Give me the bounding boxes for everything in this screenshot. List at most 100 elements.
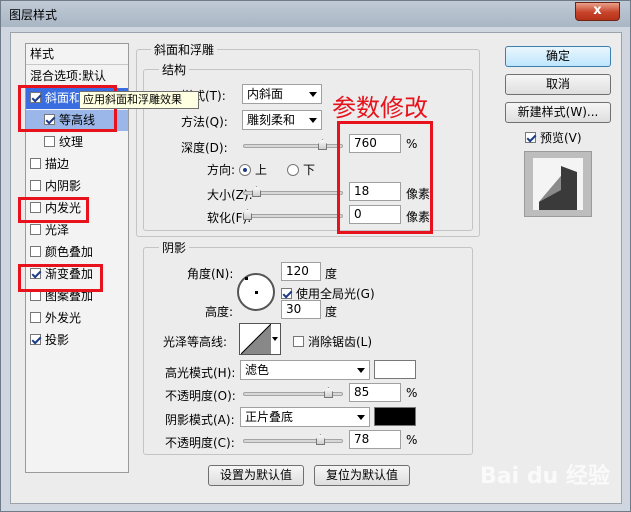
- drop-shadow-checkbox[interactable]: [30, 334, 41, 345]
- chevron-down-icon: [357, 415, 365, 420]
- direction-down-radio[interactable]: [287, 164, 299, 176]
- ok-button[interactable]: 确定: [505, 46, 611, 67]
- style-item-outer-glow[interactable]: 外发光: [26, 308, 128, 329]
- color-overlay-checkbox[interactable]: [30, 246, 41, 257]
- shadow-mode-label: 阴影模式(A):: [165, 413, 235, 427]
- global-light-label: 使用全局光(G): [296, 287, 375, 301]
- bevel-style-select[interactable]: 内斜面: [242, 84, 322, 104]
- direction-up-label: 上: [255, 163, 268, 177]
- altitude-label: 高度:: [205, 305, 234, 319]
- highlight-opacity-label: 不透明度(O):: [165, 389, 236, 403]
- highlight-mode-select[interactable]: 滤色: [240, 360, 370, 380]
- annotation-box-params: [337, 121, 433, 234]
- style-item-label: 纹理: [59, 135, 84, 149]
- angle-center-dot: [255, 291, 258, 294]
- annotation-text: 参数修改: [332, 94, 428, 122]
- shadow-opacity-label: 不透明度(C):: [165, 436, 235, 450]
- angle-crosshair: [245, 277, 248, 280]
- title-bar[interactable]: 图层样式 x: [1, 1, 630, 27]
- new-style-button[interactable]: 新建样式(W)...: [505, 102, 611, 123]
- style-list-header[interactable]: 样式: [26, 44, 128, 65]
- chevron-down-icon: [272, 337, 278, 341]
- global-light-checkbox[interactable]: [281, 288, 292, 299]
- gloss-contour-label: 光泽等高线:: [163, 335, 228, 349]
- highlight-opacity-input[interactable]: 85: [349, 383, 401, 402]
- direction-up-radio[interactable]: [239, 164, 251, 176]
- watermark-logo: Bai du 经验: [480, 464, 610, 489]
- shading-title: 阴影: [159, 239, 190, 256]
- direction-down-label: 下: [303, 163, 316, 177]
- bevel-style-value: 内斜面: [247, 87, 284, 101]
- structure-title: 结构: [159, 61, 190, 78]
- shadow-color-swatch[interactable]: [374, 407, 416, 426]
- dialog-title: 图层样式: [9, 8, 58, 22]
- inner-shadow-checkbox[interactable]: [30, 180, 41, 191]
- annotation-box-gradient: [18, 264, 103, 292]
- angle-input[interactable]: 120: [281, 262, 321, 281]
- stroke-checkbox[interactable]: [30, 158, 41, 169]
- style-item-label: 颜色叠加: [45, 245, 94, 259]
- highlight-mode-label: 高光模式(H):: [165, 366, 236, 380]
- set-default-button[interactable]: 设置为默认值: [208, 465, 304, 486]
- technique-value: 雕刻柔和: [247, 113, 296, 127]
- reset-default-button[interactable]: 复位为默认值: [314, 465, 410, 486]
- altitude-input[interactable]: 30: [281, 300, 321, 319]
- preview-checkbox[interactable]: [525, 132, 536, 143]
- chevron-down-icon: [309, 92, 317, 97]
- chevron-down-icon: [357, 368, 365, 373]
- style-item-label: 光泽: [45, 223, 70, 237]
- shadow-mode-value: 正片叠底: [245, 410, 294, 424]
- close-button[interactable]: x: [575, 2, 620, 21]
- chevron-down-icon: [309, 118, 317, 123]
- shadow-opacity-input[interactable]: 78: [349, 430, 401, 449]
- antialias-checkbox[interactable]: [293, 336, 304, 347]
- texture-checkbox[interactable]: [44, 136, 55, 147]
- style-item-label: 描边: [45, 157, 70, 171]
- outer-glow-checkbox[interactable]: [30, 312, 41, 323]
- highlight-color-swatch[interactable]: [374, 360, 416, 379]
- style-item-label: 外发光: [45, 311, 82, 325]
- tooltip: 应用斜面和浮雕效果: [79, 91, 199, 109]
- style-item-color-overlay[interactable]: 颜色叠加: [26, 242, 128, 263]
- preview-option[interactable]: 预览(V): [525, 129, 582, 146]
- shadow-mode-select[interactable]: 正片叠底: [240, 407, 370, 427]
- size-slider[interactable]: [243, 186, 343, 197]
- style-item-drop-shadow[interactable]: 投影: [26, 330, 128, 351]
- preview-label: 预览(V): [540, 131, 582, 145]
- highlight-opacity-unit: %: [406, 386, 418, 400]
- technique-select[interactable]: 雕刻柔和: [242, 110, 322, 130]
- highlight-opacity-slider[interactable]: [243, 387, 343, 398]
- style-item-label: 内阴影: [45, 179, 82, 193]
- altitude-unit: 度: [325, 305, 338, 319]
- annotation-box-inner-glow: [18, 197, 89, 223]
- shadow-opacity-unit: %: [406, 433, 418, 447]
- depth-slider[interactable]: [243, 139, 343, 150]
- bevel-group-title: 斜面和浮雕: [151, 41, 218, 58]
- style-item-label: 投影: [45, 333, 70, 347]
- technique-label: 方法(Q):: [181, 115, 228, 129]
- style-item-blending-options[interactable]: 混合选项:默认: [26, 66, 128, 87]
- antialias-option[interactable]: 消除锯齿(L): [293, 333, 372, 350]
- antialias-label: 消除锯齿(L): [308, 335, 373, 349]
- preview-shape-icon: [533, 158, 583, 210]
- style-item-satin[interactable]: 光泽: [26, 220, 128, 241]
- soften-slider[interactable]: [243, 209, 343, 220]
- satin-checkbox[interactable]: [30, 224, 41, 235]
- style-item-stroke[interactable]: 描边: [26, 154, 128, 175]
- angle-label: 角度(N):: [187, 267, 234, 281]
- style-item-texture[interactable]: 纹理: [26, 132, 128, 153]
- direction-down-option[interactable]: 下: [287, 161, 315, 178]
- shadow-opacity-slider[interactable]: [243, 434, 343, 445]
- style-item-inner-shadow[interactable]: 内阴影: [26, 176, 128, 197]
- contour-curve-icon: [241, 324, 271, 354]
- angle-unit: 度: [325, 267, 338, 281]
- preview-thumbnail: [524, 151, 592, 217]
- depth-label: 深度(D):: [181, 141, 228, 155]
- layer-style-dialog: 图层样式 x 样式 混合选项:默认 斜面和浮雕 等高线 纹理 描边 内阴影 内发…: [0, 0, 631, 512]
- close-icon: x: [593, 3, 602, 18]
- highlight-mode-value: 滤色: [245, 363, 270, 377]
- angle-dial[interactable]: [237, 273, 275, 311]
- direction-up-option[interactable]: 上: [239, 161, 267, 178]
- gloss-contour-picker[interactable]: [239, 323, 281, 355]
- cancel-button[interactable]: 取消: [505, 74, 611, 95]
